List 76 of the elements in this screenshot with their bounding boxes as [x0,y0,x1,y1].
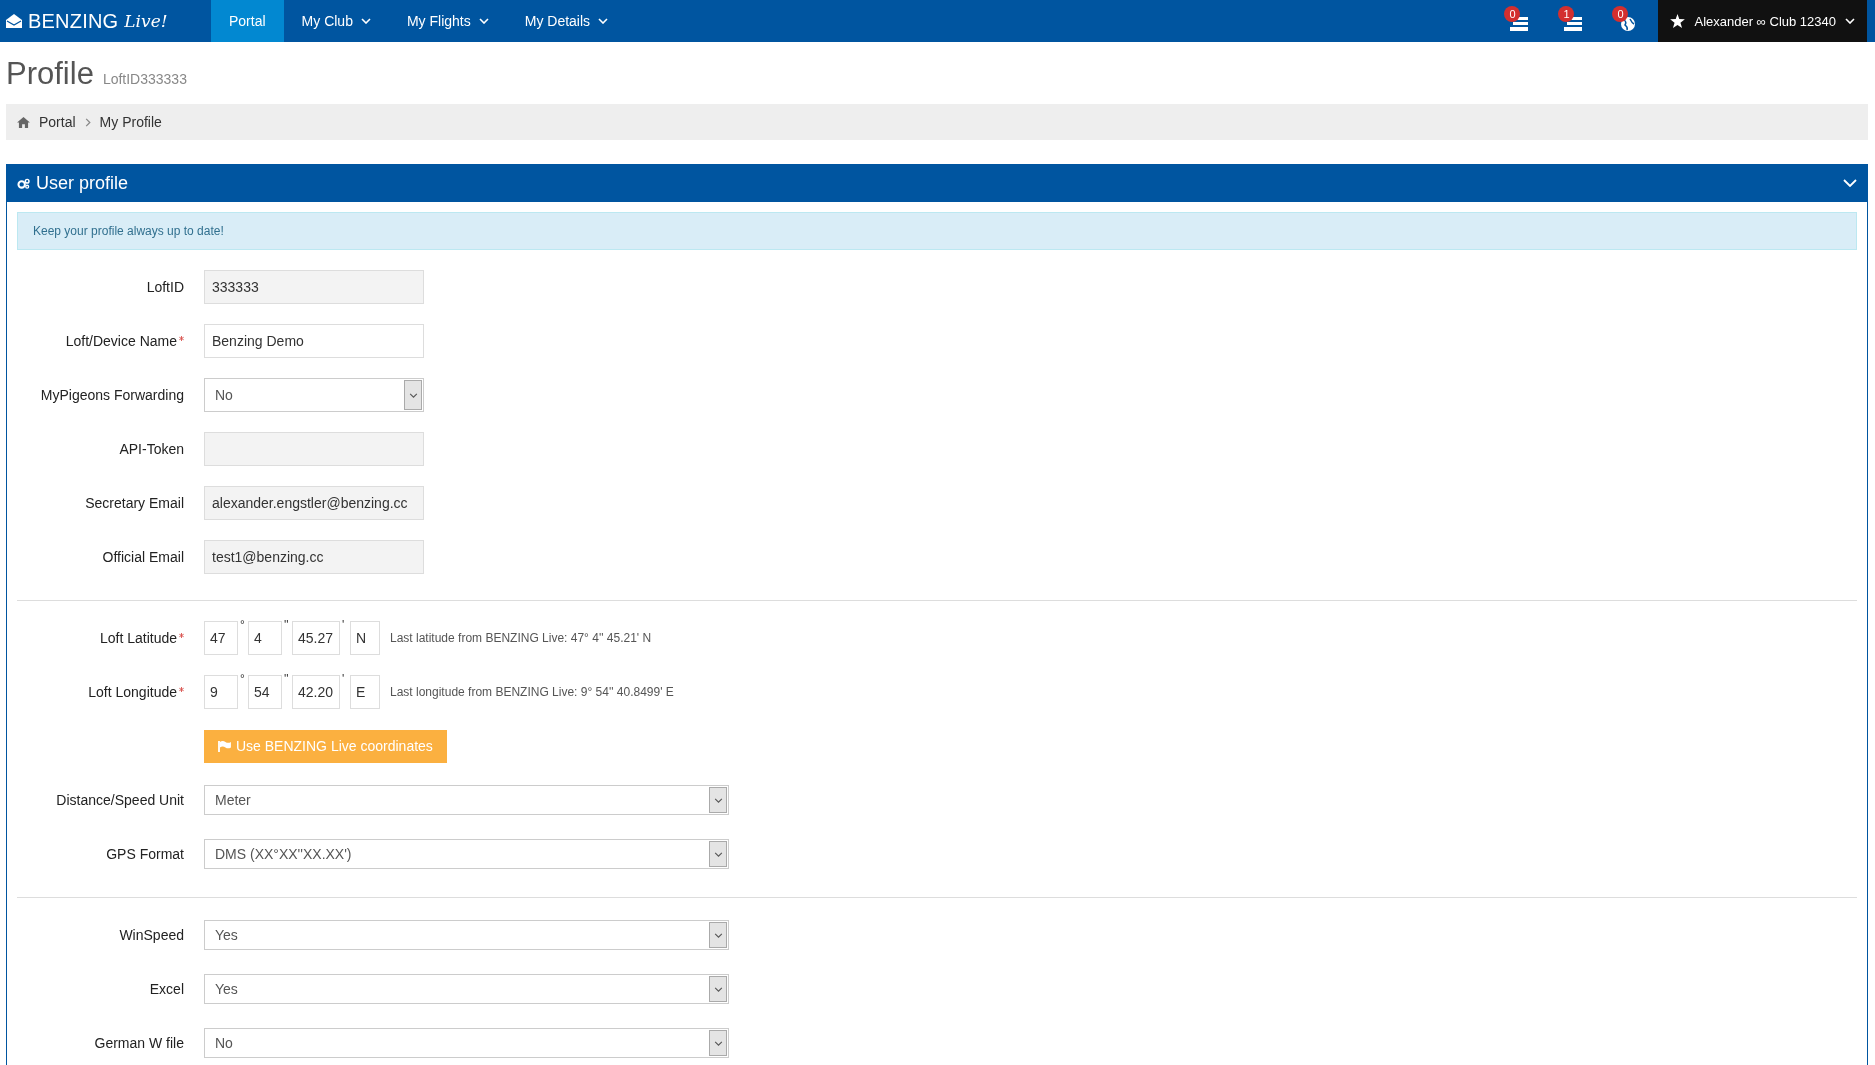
home-icon [17,116,30,128]
page-title: Profile [6,56,94,92]
field-label: Loft/Device Name [65,333,177,349]
text-field[interactable]: alexander.engstler@benzing.cc [204,486,424,520]
field-label: Excel [149,981,184,997]
page-subtitle: LoftID333333 [102,71,187,87]
notification-count: 0 [1504,6,1521,22]
field-label: Official Email [102,549,184,565]
user-menu[interactable]: Alexander ∞ Club 12340 [1658,0,1867,42]
text-field[interactable] [204,432,424,466]
field-label: WinSpeed [119,927,184,943]
flag-icon [218,740,231,752]
info-alert: Keep your profile always up to date! [17,212,1857,250]
breadcrumb-link[interactable]: My Profile [99,114,162,130]
field-label: MyPigeons Forwarding [40,387,184,403]
hemisphere-field[interactable]: E [350,675,380,709]
dropdown-field[interactable]: No [204,1028,729,1058]
dropdown-field[interactable]: No [204,378,424,412]
coordinate-field[interactable]: 9 [204,675,238,709]
list-icon[interactable] [1510,16,1529,32]
breadcrumb-link[interactable]: Portal [39,114,76,130]
text-field[interactable]: 333333 [204,270,424,304]
unit-symbol: '' [284,618,290,632]
field-label: Loft Latitude [99,630,177,646]
coordinate-field[interactable]: 45.27 [292,621,340,655]
list-icon[interactable] [1564,16,1583,32]
text-field[interactable]: test1@benzing.cc [204,540,424,574]
field-label: Loft Longitude [88,684,177,700]
chevron-down-icon [598,18,609,24]
coordinate-hint: Last latitude from BENZING Live: 47° 4'' 45.21' N [390,631,652,645]
globe-icon[interactable] [1620,16,1637,32]
brand-name[interactable]: BENZING [28,9,119,33]
dropdown-field[interactable]: DMS (XX°XX''XX.XX') [204,839,729,869]
chevron-down-icon [713,1040,723,1046]
star-icon [1670,14,1686,28]
collapse-chevron-icon[interactable] [1843,179,1857,187]
field-label: Secretary Email [85,495,184,511]
field-label: German W file [94,1035,184,1051]
coordinate-field[interactable]: 54 [248,675,282,709]
chevron-down-icon [713,986,723,992]
hemisphere-field[interactable]: N [350,621,380,655]
nav-menu-item[interactable]: My Club [283,0,389,42]
text-field[interactable]: Benzing Demo [204,324,424,358]
coordinate-field[interactable]: 42.20 [292,675,340,709]
nav-menu-item[interactable]: My Details [506,0,627,42]
unit-symbol: ° [240,672,246,686]
gears-icon [17,177,30,189]
unit-symbol: '' [284,672,290,686]
brand-tagline[interactable]: Live! [124,11,168,31]
notification-count: 1 [1558,6,1575,22]
envelope-icon [6,14,22,28]
coordinate-field[interactable]: 47 [204,621,238,655]
dropdown-field[interactable]: Yes [204,974,729,1004]
field-label: API-Token [119,441,184,457]
chevron-down-icon [408,392,418,398]
coordinate-field[interactable]: 4 [248,621,282,655]
unit-symbol: ° [240,618,246,632]
field-label: LoftID [146,279,184,295]
notification-count: 0 [1612,6,1629,22]
unit-symbol: ' [342,672,346,686]
coordinate-hint: Last longitude from BENZING Live: 9° 54'' 40.8499' E [390,685,674,699]
chevron-right-icon [84,117,91,127]
panel-title: User profile [36,172,129,194]
nav-menu-item[interactable]: Portal [211,0,284,42]
chevron-down-icon [360,18,371,24]
chevron-down-icon [713,851,723,857]
dropdown-field[interactable]: Meter [204,785,729,815]
nav-menu-item[interactable]: My Flights [388,0,507,42]
unit-symbol: ' [342,618,346,632]
chevron-down-icon [1845,18,1855,24]
field-label: GPS Format [106,846,184,862]
chevron-down-icon [713,797,723,803]
dropdown-field[interactable]: Yes [204,920,729,950]
chevron-down-icon [713,932,723,938]
chevron-down-icon [478,18,489,24]
field-label: Distance/Speed Unit [56,792,184,808]
